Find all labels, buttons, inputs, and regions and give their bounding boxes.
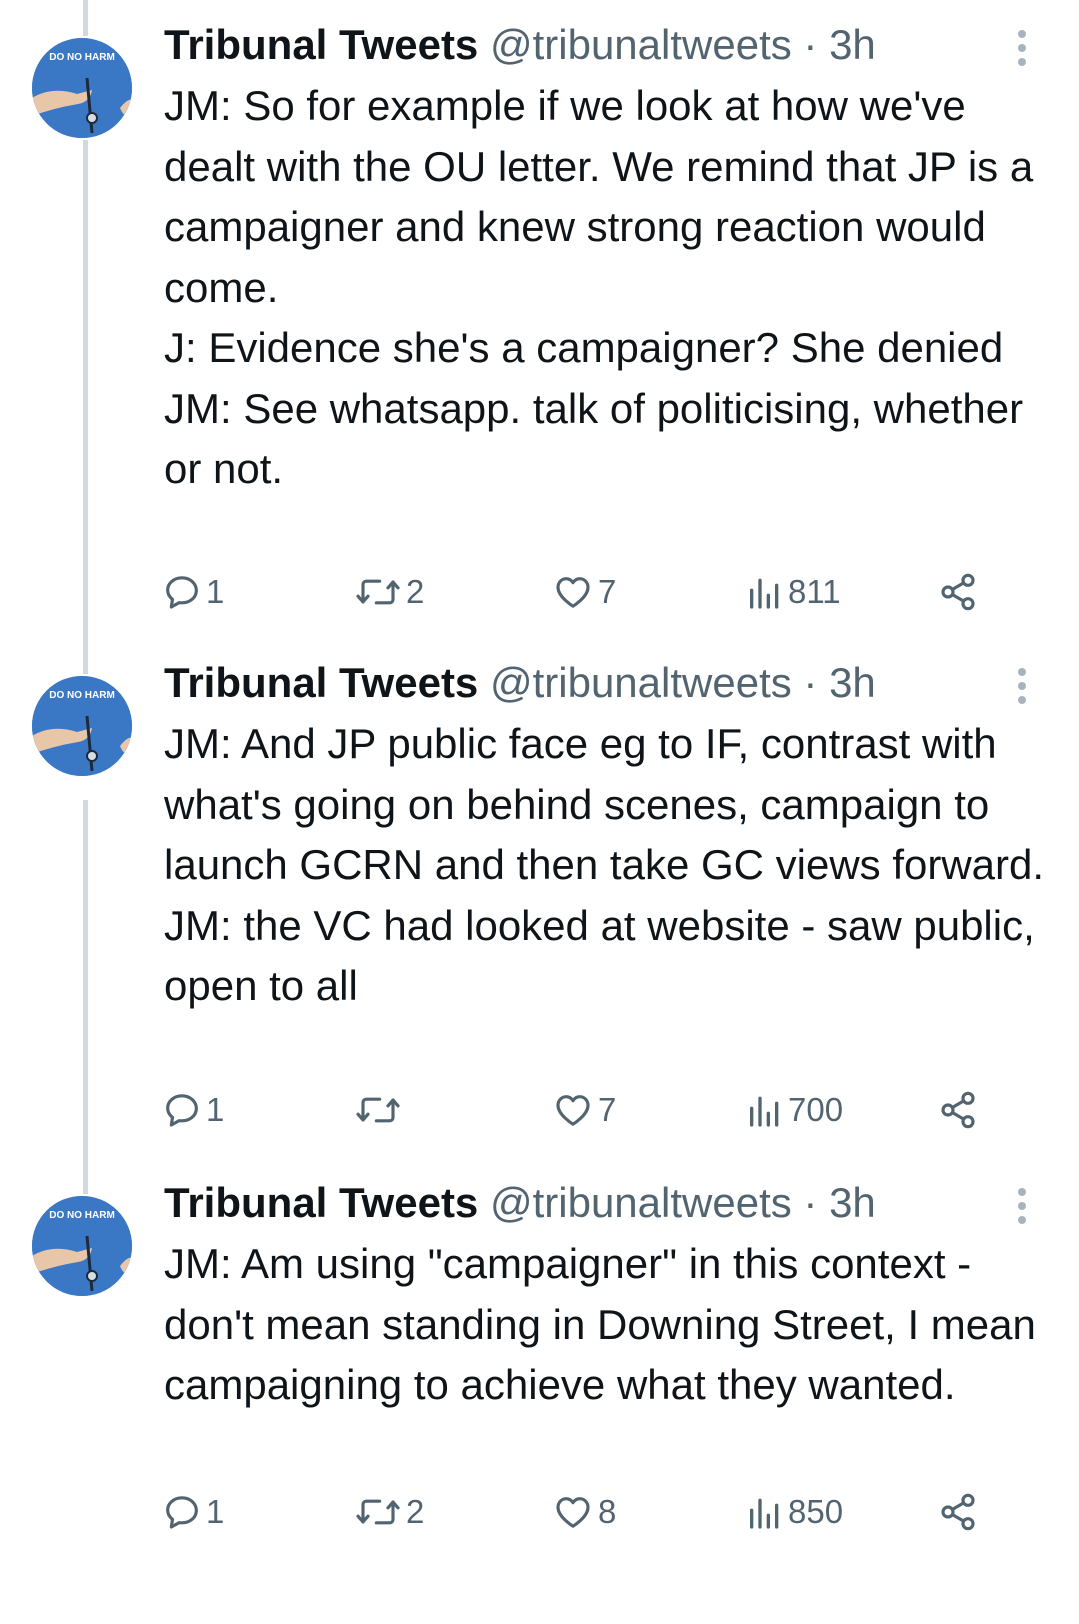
reply-count: 1 (206, 1091, 225, 1128)
author-name[interactable]: Tribunal Tweets (164, 659, 478, 706)
svg-text:DO NO HARM: DO NO HARM (49, 52, 115, 63)
avatar-image: DO NO HARM (32, 1196, 132, 1296)
more-vertical-icon[interactable] (1010, 30, 1034, 70)
tweet-header: Tribunal Tweets @tribunaltweets · 3h (164, 16, 1009, 74)
tweet-text: JM: So for example if we look at how we'… (164, 76, 1059, 500)
time-separator: · (791, 1179, 830, 1226)
retweet-icon (356, 1499, 400, 1525)
avatar-image: DO NO HARM (32, 676, 132, 776)
retweet-button[interactable]: 2 (354, 1484, 424, 1540)
share-icon (941, 573, 975, 611)
timestamp[interactable]: 3h (829, 21, 876, 68)
tweet-header: Tribunal Tweets @tribunaltweets · 3h (164, 1174, 1009, 1232)
tweet-line: JM: the VC had looked at website - saw p… (164, 901, 1035, 1010)
heart-icon (556, 1095, 590, 1126)
share-button[interactable] (938, 1082, 978, 1138)
like-count: 8 (598, 1493, 617, 1530)
tweet[interactable]: DO NO HARM Tribunal Tweets @tribunaltwee… (0, 0, 1079, 650)
reply-icon (166, 1496, 198, 1529)
reply-count: 1 (206, 573, 225, 610)
avatar[interactable]: DO NO HARM (32, 1196, 132, 1296)
svg-text:DO NO HARM: DO NO HARM (49, 1210, 115, 1221)
more-vertical-icon[interactable] (1010, 668, 1034, 708)
retweet-count: 2 (406, 1493, 425, 1530)
like-button[interactable]: 7 (552, 564, 616, 620)
timestamp[interactable]: 3h (829, 659, 876, 706)
views-icon (750, 1498, 779, 1529)
svg-text:DO NO HARM: DO NO HARM (49, 690, 115, 701)
like-count: 7 (598, 573, 617, 610)
retweet-count: 2 (406, 573, 425, 610)
retweet-icon (356, 579, 400, 605)
share-button[interactable] (938, 564, 978, 620)
views-count: 850 (788, 1493, 844, 1530)
author-name[interactable]: Tribunal Tweets (164, 21, 478, 68)
views-count: 811 (788, 573, 841, 610)
tweet-line: J: Evidence she's a campaigner? She deni… (164, 324, 1004, 371)
reply-button[interactable]: 1 (162, 564, 224, 620)
tweet-text: JM: And JP public face eg to IF, contras… (164, 714, 1059, 1017)
views-button[interactable]: 811 (746, 564, 841, 620)
share-icon (941, 1493, 975, 1531)
tweet[interactable]: DO NO HARM Tribunal Tweets @tribunaltwee… (0, 1158, 1079, 1624)
action-bar: 1 7 700 (0, 1082, 1079, 1138)
reply-count: 1 (206, 1493, 225, 1530)
reply-button[interactable]: 1 (162, 1484, 224, 1540)
reply-button[interactable]: 1 (162, 1082, 224, 1138)
like-button[interactable]: 7 (552, 1082, 616, 1138)
retweet-button[interactable] (354, 1082, 406, 1138)
timestamp[interactable]: 3h (829, 1179, 876, 1226)
views-button[interactable]: 850 (746, 1484, 843, 1540)
author-name[interactable]: Tribunal Tweets (164, 1179, 478, 1226)
reply-icon (166, 576, 198, 609)
more-vertical-icon[interactable] (1010, 1188, 1034, 1228)
action-bar: 1 2 7 811 (0, 564, 1079, 620)
tweet-text: JM: Am using "campaigner" in this contex… (164, 1234, 1059, 1416)
views-icon (750, 1096, 779, 1127)
share-icon (941, 1091, 975, 1129)
action-bar: 1 2 8 850 (0, 1484, 1079, 1540)
views-count: 700 (788, 1091, 844, 1128)
views-icon (750, 578, 779, 609)
retweet-button[interactable]: 2 (354, 564, 424, 620)
heart-icon (556, 1497, 590, 1528)
avatar[interactable]: DO NO HARM (32, 38, 132, 138)
reply-icon (166, 1094, 198, 1127)
like-count: 7 (598, 1091, 617, 1128)
tweet-line: JM: Am using "campaigner" in this contex… (164, 1240, 1036, 1408)
tweet-header: Tribunal Tweets @tribunaltweets · 3h (164, 654, 1009, 712)
avatar[interactable]: DO NO HARM (32, 676, 132, 776)
author-handle[interactable]: @tribunaltweets (490, 21, 792, 68)
views-button[interactable]: 700 (746, 1082, 843, 1138)
author-handle[interactable]: @tribunaltweets (490, 1179, 792, 1226)
retweet-icon (356, 1097, 400, 1123)
like-button[interactable]: 8 (552, 1484, 616, 1540)
author-handle[interactable]: @tribunaltweets (490, 659, 792, 706)
tweet-line: JM: And JP public face eg to IF, contras… (164, 720, 1045, 888)
heart-icon (556, 577, 590, 608)
tweet[interactable]: DO NO HARM Tribunal Tweets @tribunaltwee… (0, 638, 1079, 1158)
time-separator: · (791, 21, 830, 68)
tweet-line: JM: See whatsapp. talk of politicising, … (164, 384, 1024, 493)
tweet-line: JM: So for example if we look at how we'… (164, 82, 1034, 311)
time-separator: · (791, 659, 830, 706)
share-button[interactable] (938, 1484, 978, 1540)
avatar-image: DO NO HARM (32, 38, 132, 138)
